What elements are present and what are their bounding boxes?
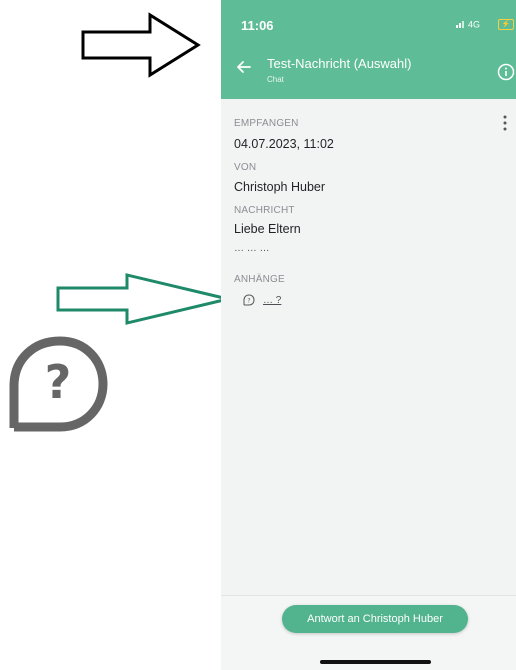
message-details: EMPFANGEN 04.07.2023, 11:02 VON Christop… xyxy=(221,99,516,595)
app-header: Test-Nachricht (Auswahl) Chat xyxy=(221,50,516,99)
info-icon[interactable] xyxy=(497,63,515,81)
page-title: Test-Nachricht (Auswahl) xyxy=(267,56,412,71)
attachment-link[interactable]: … ? xyxy=(263,295,281,306)
from-label: VON xyxy=(234,162,257,173)
network-label: 4G xyxy=(468,20,480,29)
black-arrow-annotation xyxy=(81,12,201,78)
from-value: Christoph Huber xyxy=(234,180,326,194)
home-indicator[interactable] xyxy=(320,660,431,664)
page-subtitle: Chat xyxy=(267,75,284,84)
back-arrow-icon[interactable] xyxy=(235,58,253,76)
status-bar: 11:06 4G ⚡ xyxy=(221,0,516,50)
received-label: EMPFANGEN xyxy=(234,118,299,129)
message-label: NACHRICHT xyxy=(234,205,295,216)
large-question-chat-icon: ? xyxy=(9,336,108,432)
reply-button[interactable]: Antwort an Christoph Huber xyxy=(282,605,468,633)
svg-text:?: ? xyxy=(45,355,72,409)
bottom-bar: Antwort an Christoph Huber xyxy=(221,595,516,670)
attachment-item[interactable]: ? … ? xyxy=(243,293,281,307)
message-ellipsis: … … … xyxy=(234,243,270,254)
status-time: 11:06 xyxy=(241,18,274,33)
signal-icon: 4G xyxy=(456,19,486,30)
battery-charging-icon: ⚡ xyxy=(498,19,514,30)
svg-text:?: ? xyxy=(247,298,250,305)
more-vertical-icon[interactable] xyxy=(502,115,508,131)
question-chat-icon: ? xyxy=(243,294,255,306)
phone-screen: 11:06 4G ⚡ Test-Nachricht (Auswahl) Chat xyxy=(221,0,516,670)
received-value: 04.07.2023, 11:02 xyxy=(234,137,334,151)
green-arrow-annotation xyxy=(56,273,229,325)
message-value: Liebe Eltern xyxy=(234,222,301,236)
attachments-label: ANHÄNGE xyxy=(234,274,285,285)
